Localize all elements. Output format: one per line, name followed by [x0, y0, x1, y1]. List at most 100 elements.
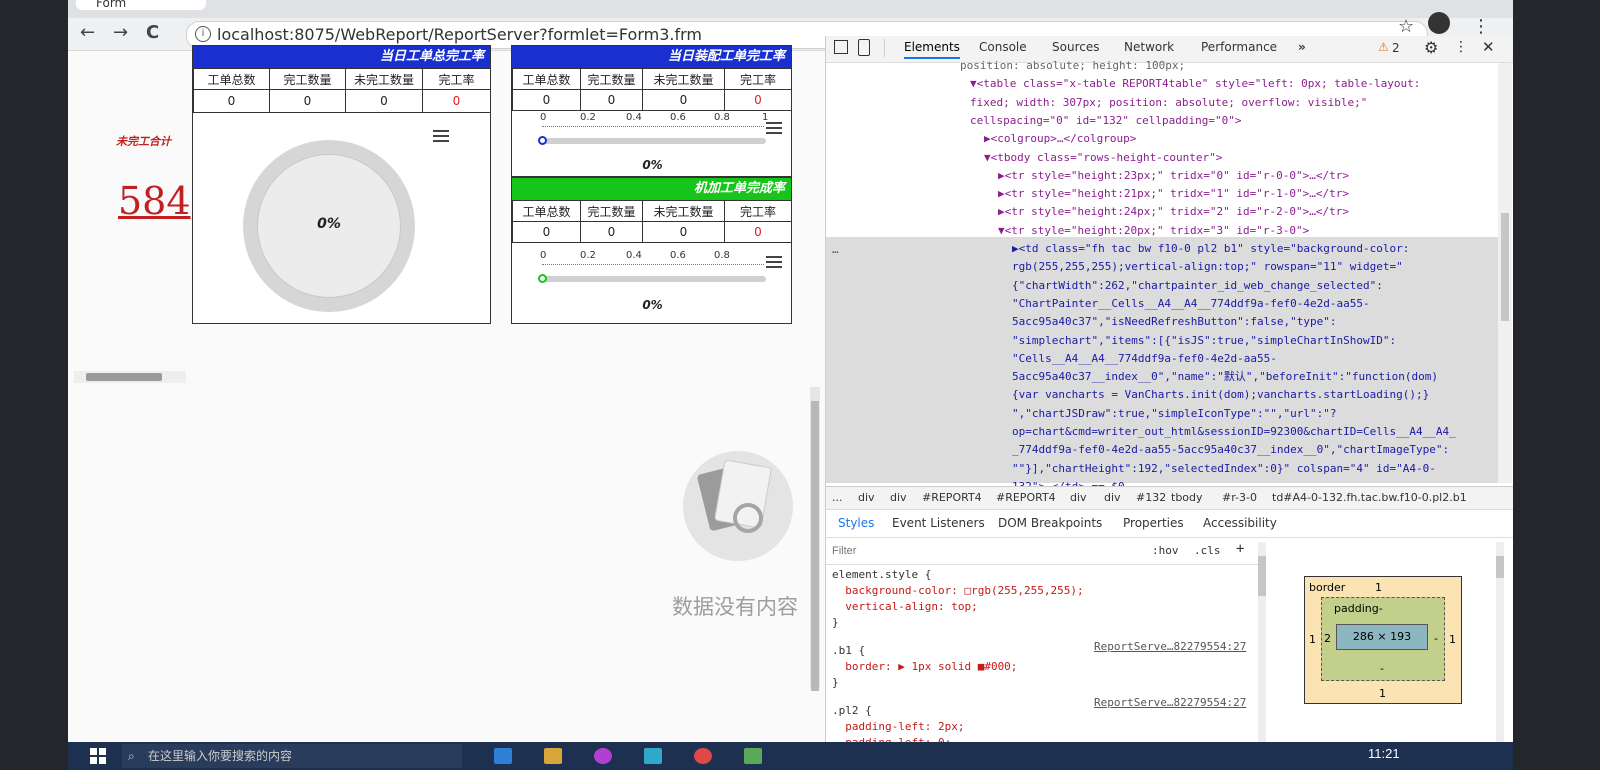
breadcrumb-item[interactable]: div	[890, 491, 907, 504]
breadcrumb-item[interactable]: ...	[832, 491, 843, 504]
code-line[interactable]: {"chartWidth":262,"chartpainter_id_web_c…	[1012, 277, 1383, 295]
hov-toggle[interactable]: :hov	[1152, 544, 1179, 557]
styles-scrollbar[interactable]	[1258, 542, 1266, 742]
code-line[interactable]: ▶<tr style="height:24px;" tridx="2" id="…	[998, 203, 1349, 221]
reload-icon[interactable]: C	[146, 22, 159, 43]
style-rule-line[interactable]: .b1 {	[832, 644, 865, 657]
style-rule-line[interactable]: element.style {	[832, 568, 931, 581]
breadcrumb-item[interactable]: div	[858, 491, 875, 504]
code-line[interactable]: ▶<tr style="height:21px;" tridx="1" id="…	[998, 185, 1349, 203]
settings-gear-icon[interactable]: ⚙	[1424, 38, 1438, 57]
box-scrollbar[interactable]	[1496, 542, 1504, 742]
cls-toggle[interactable]: .cls	[1194, 544, 1221, 557]
tab-elements[interactable]: Elements	[904, 40, 960, 59]
code-line[interactable]: cellspacing="0" id="132" cellpadding="0"…	[970, 112, 1242, 130]
style-rule-line[interactable]: vertical-align: top;	[832, 600, 977, 613]
folder-icon[interactable]	[544, 748, 562, 764]
chart-menu-icon[interactable]	[766, 122, 782, 136]
code-line[interactable]: "simplechart","items":[{"isJS":true,"sim…	[1012, 332, 1396, 350]
code-line[interactable]: ▶<tr style="height:23px;" tridx="0" id="…	[998, 167, 1349, 185]
windows-start-icon[interactable]	[90, 748, 106, 764]
scrollbar-thumb[interactable]	[811, 401, 819, 691]
inspect-element-icon[interactable]	[834, 40, 848, 54]
app-icon[interactable]	[644, 748, 662, 764]
scrollbar-thumb[interactable]	[1496, 556, 1504, 578]
style-rule-line[interactable]: background-color: □rgb(255,255,255);	[832, 584, 1083, 597]
code-line[interactable]: {var vancharts = VanCharts.init(dom);van…	[1012, 386, 1429, 404]
breadcrumb-item[interactable]: #REPORT4	[996, 491, 1056, 504]
chart-menu-icon[interactable]	[766, 256, 782, 270]
code-line[interactable]: ▶<td class="fh tac bw f10-0 pl2 b1" styl…	[1012, 240, 1409, 258]
profile-avatar[interactable]	[1428, 12, 1450, 34]
chart-menu-icon[interactable]	[433, 130, 449, 144]
subtab-event-listeners[interactable]: Event Listeners	[892, 516, 985, 530]
subtab-styles[interactable]: Styles	[838, 516, 874, 530]
code-line[interactable]: ","chartJSDraw":true,"simpleIconType":""…	[1012, 405, 1337, 423]
code-line[interactable]: op=chart&cmd=writer_out_html&sessionID=9…	[1012, 423, 1456, 441]
progress-knob[interactable]	[538, 274, 547, 283]
code-line[interactable]: rgb(255,255,255);vertical-align:top;" ro…	[1012, 258, 1403, 276]
breadcrumb-item[interactable]: div	[1104, 491, 1121, 504]
add-rule-icon[interactable]: +	[1236, 541, 1244, 557]
forward-icon[interactable]: →	[113, 22, 128, 43]
device-toggle-icon[interactable]	[858, 39, 870, 56]
code-line[interactable]: position: absolute; height: 100px;	[960, 57, 1185, 75]
code-line[interactable]: fixed; width: 307px; position: absolute;…	[970, 94, 1367, 112]
code-line[interactable]: ▼<tbody class="rows-height-counter">	[984, 149, 1222, 167]
browser-menu-icon[interactable]: ⋮	[1472, 16, 1490, 37]
box-right-border: 1	[1449, 633, 1456, 646]
code-line[interactable]: ""}],"chartHeight":192,"selectedIndex":0…	[1012, 460, 1436, 478]
code-line[interactable]: ▼<tr style="height:20px;" tridx="3" id="…	[998, 222, 1309, 240]
app-icon[interactable]	[744, 748, 762, 764]
style-rule-line[interactable]: padding-left: 2px;	[832, 720, 964, 733]
tab-sources[interactable]: Sources	[1052, 40, 1099, 54]
tab-network[interactable]: Network	[1124, 40, 1174, 54]
browser-tab[interactable]: Form	[76, 0, 206, 10]
close-icon[interactable]: ✕	[1482, 38, 1495, 56]
breadcrumb-item[interactable]: #r-3-0	[1222, 491, 1257, 504]
taskbar-search-box[interactable]: ⌕ 在这里输入你要搜索的内容	[122, 744, 462, 768]
scrollbar-thumb[interactable]	[1501, 213, 1509, 321]
style-source-link[interactable]: ReportServe…82279554:27	[1094, 696, 1246, 709]
styles-filter-input[interactable]	[830, 541, 1124, 561]
style-rule-line[interactable]: .pl2 {	[832, 704, 872, 717]
vertical-scrollbar[interactable]	[1498, 63, 1512, 483]
subtab-accessibility[interactable]: Accessibility	[1203, 516, 1277, 530]
code-line[interactable]: ▶<colgroup>…</colgroup>	[984, 130, 1136, 148]
node-ellipsis-icon[interactable]: …	[832, 241, 839, 259]
code-line[interactable]: ▼<table class="x-table REPORT4table" sty…	[970, 75, 1420, 93]
code-line[interactable]: "ChartPainter__Cells__A4__A4__774ddf9a-f…	[1012, 295, 1370, 313]
tab-performance[interactable]: Performance	[1201, 40, 1277, 54]
header-cell: 完工数量	[580, 68, 643, 90]
code-line[interactable]: 5acc95a40c37","isNeedRefreshButton":fals…	[1012, 313, 1337, 331]
style-rule-line[interactable]: border: ▶ 1px solid ■#000;	[832, 660, 1017, 673]
breadcrumb-item[interactable]: #REPORT4	[922, 491, 982, 504]
breadcrumb-item[interactable]: #132	[1136, 491, 1166, 504]
code-line[interactable]: _774ddf9a-fef0-4e2d-aa55-5acc95a40c37__i…	[1012, 441, 1449, 459]
app-icon[interactable]	[694, 748, 712, 764]
breadcrumb-item[interactable]: div	[1070, 491, 1087, 504]
info-icon[interactable]: i	[195, 26, 211, 42]
more-tabs-icon[interactable]: »	[1298, 40, 1306, 54]
warning-icon[interactable]: ⚠	[1378, 40, 1389, 54]
vertical-scrollbar[interactable]	[810, 387, 820, 691]
breadcrumb-item[interactable]: tbody	[1171, 491, 1203, 504]
tab-console[interactable]: Console	[979, 40, 1027, 54]
subtab-properties[interactable]: Properties	[1123, 516, 1184, 530]
app-icon[interactable]	[594, 748, 612, 764]
code-line[interactable]: 5acc95a40c37__index__0","name":"默认","bef…	[1012, 368, 1438, 386]
devtools-menu-icon[interactable]: ⋮	[1454, 39, 1468, 55]
progress-knob[interactable]	[538, 136, 547, 145]
code-line[interactable]: "Cells__A4__A4__774ddf9a-fef0-4e2d-aa55-	[1012, 350, 1277, 368]
star-icon[interactable]: ☆	[1398, 16, 1414, 37]
scrollbar-thumb[interactable]	[86, 373, 162, 381]
style-rule-line[interactable]: }	[832, 616, 839, 629]
style-rule-line[interactable]: }	[832, 676, 839, 689]
horizontal-scrollbar[interactable]	[74, 371, 186, 383]
scrollbar-thumb[interactable]	[1258, 556, 1266, 596]
back-icon[interactable]: ←	[80, 22, 95, 43]
style-source-link[interactable]: ReportServe…82279554:27	[1094, 640, 1246, 653]
breadcrumb-item[interactable]: td#A4-0-132.fh.tac.bw.f10-0.pl2.b1	[1272, 491, 1467, 504]
subtab-dom-breakpoints[interactable]: DOM Breakpoints	[998, 516, 1102, 530]
app-icon[interactable]	[494, 748, 512, 764]
